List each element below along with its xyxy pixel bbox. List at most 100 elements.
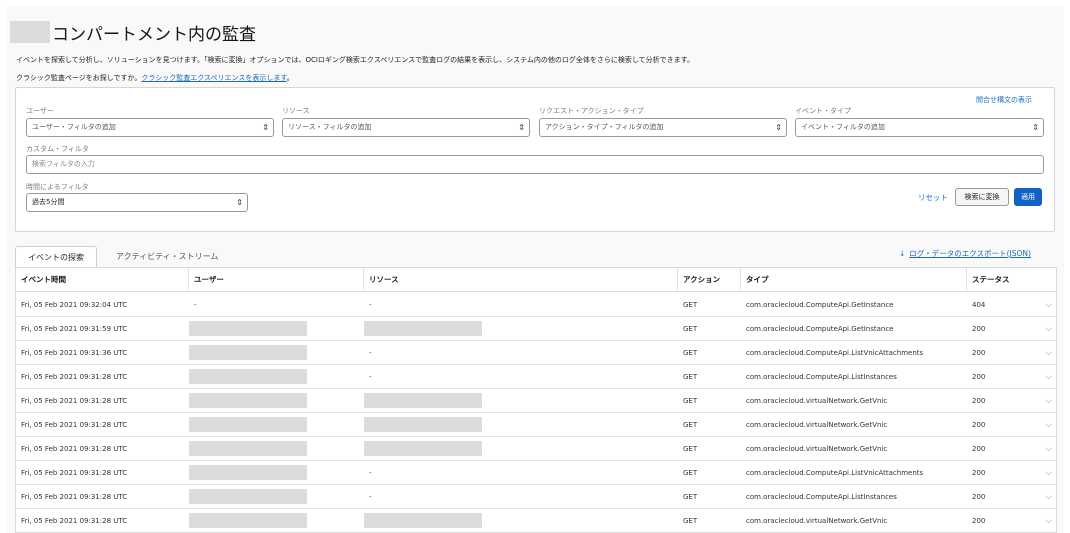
chevron-down-icon[interactable]: ⌵ xyxy=(1046,341,1052,365)
updown-chevron-icon: ⇕ xyxy=(518,123,525,132)
custom-filter-placeholder: 検索フィルタの入力 xyxy=(32,160,95,168)
cell-type: com.oraclecloud.ComputeApi.ListInstances xyxy=(746,373,897,381)
tab-activity-stream[interactable]: アクティビティ・ストリーム xyxy=(104,246,230,268)
classic-prefix: クラシック監査ページをお探しですか。 xyxy=(16,74,142,82)
cell-status: 200 xyxy=(972,397,986,405)
column-header-resource[interactable]: リソース xyxy=(364,268,678,292)
cell-event-time: Fri, 05 Feb 2021 09:31:59 UTC xyxy=(21,325,128,333)
reset-link[interactable]: リセット xyxy=(918,192,948,203)
event-type-filter-select[interactable]: イベント・フィルタの追加 ⇕ xyxy=(795,118,1044,137)
chevron-down-icon[interactable]: ⌵ xyxy=(1046,293,1052,317)
column-header-type[interactable]: タイプ xyxy=(741,268,967,292)
cell-event-time: Fri, 05 Feb 2021 09:31:28 UTC xyxy=(21,373,128,381)
cell-event-time: Fri, 05 Feb 2021 09:32:04 UTC xyxy=(21,301,128,309)
chevron-down-icon[interactable]: ⌵ xyxy=(1046,365,1052,389)
redacted-cell-user xyxy=(189,393,307,408)
cell-status: 404 xyxy=(972,301,986,309)
chevron-down-icon[interactable]: ⌵ xyxy=(1046,485,1052,509)
resource-filter-label: リソース xyxy=(282,107,310,115)
time-filter-label: 時間によるフィルタ xyxy=(26,183,89,191)
tab-explore-events[interactable]: イベントの探索 xyxy=(15,246,97,268)
redacted-cell-resource xyxy=(364,321,482,336)
download-arrow-icon: ↓ xyxy=(899,249,906,258)
cell-event-time: Fri, 05 Feb 2021 09:31:28 UTC xyxy=(21,421,128,429)
chevron-down-icon[interactable]: ⌵ xyxy=(1046,389,1052,413)
table-row[interactable]: Fri, 05 Feb 2021 09:31:28 UTC - GET com.ora… xyxy=(16,485,1056,509)
table-header: イベント時間 ユーザー リソース アクション タイプ ステータス xyxy=(16,268,1056,292)
time-filter-value: 過去5分間 xyxy=(32,198,65,206)
user-filter-select[interactable]: ユーザー・フィルタの追加 ⇕ xyxy=(26,118,274,137)
page-title-row: コンパートメント内の監査 xyxy=(10,20,256,45)
table-row[interactable]: Fri, 05 Feb 2021 09:31:59 UTC GET com.orac… xyxy=(16,317,1056,341)
cell-type: com.oraclecloud.virtualNetwork.GetVnic xyxy=(746,517,888,525)
event-type-filter-label: イベント・タイプ xyxy=(795,107,851,115)
chevron-down-icon[interactable]: ⌵ xyxy=(1046,413,1052,437)
query-syntax-link[interactable]: 問合せ構文の表示 xyxy=(976,95,1032,105)
redacted-compartment-name xyxy=(10,21,50,43)
apply-button[interactable]: 適用 xyxy=(1014,188,1042,206)
cell-event-time: Fri, 05 Feb 2021 09:31:36 UTC xyxy=(21,349,128,357)
request-action-filter-select[interactable]: アクション・タイプ・フィルタの追加 ⇕ xyxy=(539,118,787,137)
table-row[interactable]: Fri, 05 Feb 2021 09:31:28 UTC GET com.orac… xyxy=(16,509,1056,532)
request-action-filter-label: リクエスト・アクション・タイプ xyxy=(539,107,644,115)
request-action-filter-placeholder: アクション・タイプ・フィルタの追加 xyxy=(545,123,664,131)
cell-action: GET xyxy=(683,517,698,525)
cell-type: com.oraclecloud.ComputeApi.ListVnicAttac… xyxy=(746,469,924,477)
convert-to-search-button[interactable]: 検索に変換 xyxy=(955,188,1009,206)
table-row[interactable]: Fri, 05 Feb 2021 09:32:04 UTC - - GET com.or… xyxy=(16,293,1056,317)
cell-type: com.oraclecloud.virtualNetwork.GetVnic xyxy=(746,421,888,429)
cell-action: GET xyxy=(683,493,698,501)
chevron-down-icon[interactable]: ⌵ xyxy=(1046,437,1052,461)
table-row[interactable]: Fri, 05 Feb 2021 09:31:36 UTC - GET com.ora… xyxy=(16,341,1056,365)
page-description: イベントを探索して分析し、ソリューションを見つけます。「検索に変換」オプションで… xyxy=(16,56,694,64)
column-header-action[interactable]: アクション xyxy=(678,268,741,292)
custom-filter-input[interactable]: 検索フィルタの入力 xyxy=(26,155,1044,174)
redacted-cell-user xyxy=(189,489,307,504)
cell-status: 200 xyxy=(972,493,986,501)
redacted-cell-resource xyxy=(364,513,482,528)
chevron-down-icon[interactable]: ⌵ xyxy=(1046,461,1052,485)
classic-audit-link[interactable]: クラシック監査エクスペリエンスを表示します xyxy=(141,74,286,82)
updown-chevron-icon: ⇕ xyxy=(262,123,269,132)
cell-event-time: Fri, 05 Feb 2021 09:31:28 UTC xyxy=(21,493,128,501)
cell-event-time: Fri, 05 Feb 2021 09:31:28 UTC xyxy=(21,517,128,525)
table-row[interactable]: Fri, 05 Feb 2021 09:31:28 UTC GET com.orac… xyxy=(16,437,1056,461)
events-table: イベント時間 ユーザー リソース アクション タイプ ステータス Fri, 05… xyxy=(15,267,1057,533)
cell-resource: - xyxy=(369,469,372,477)
resource-filter-select[interactable]: リソース・フィルタの追加 ⇕ xyxy=(282,118,530,137)
resource-filter-placeholder: リソース・フィルタの追加 xyxy=(288,123,372,131)
chevron-down-icon[interactable]: ⌵ xyxy=(1046,317,1052,341)
updown-chevron-icon: ⇕ xyxy=(1032,123,1039,132)
updown-chevron-icon: ⇕ xyxy=(236,198,243,207)
cell-status: 200 xyxy=(972,349,986,357)
redacted-cell-user xyxy=(189,417,307,432)
column-header-status[interactable]: ステータス xyxy=(967,268,1056,292)
time-filter-select[interactable]: 過去5分間 ⇕ xyxy=(26,193,248,212)
cell-resource: - xyxy=(369,301,372,309)
redacted-cell-user xyxy=(189,465,307,480)
column-header-user[interactable]: ユーザー xyxy=(189,268,364,292)
cell-status: 200 xyxy=(972,373,986,381)
cell-type: com.oraclecloud.ComputeApi.ListVnicAttac… xyxy=(746,349,924,357)
cell-status: 200 xyxy=(972,517,986,525)
user-filter-label: ユーザー xyxy=(26,107,54,115)
table-row[interactable]: Fri, 05 Feb 2021 09:31:28 UTC GET com.orac… xyxy=(16,389,1056,413)
event-type-filter-placeholder: イベント・フィルタの追加 xyxy=(801,123,885,131)
export-link-label: ログ・データのエクスポート(JSON) xyxy=(909,249,1031,258)
table-row[interactable]: Fri, 05 Feb 2021 09:31:28 UTC - GET com.ora… xyxy=(16,461,1056,485)
cell-resource: - xyxy=(369,373,372,381)
redacted-cell-user xyxy=(189,441,307,456)
chevron-down-icon[interactable]: ⌵ xyxy=(1046,509,1052,532)
table-row[interactable]: Fri, 05 Feb 2021 09:31:28 UTC - GET com.ora… xyxy=(16,365,1056,389)
redacted-cell-resource xyxy=(364,393,482,408)
table-row[interactable]: Fri, 05 Feb 2021 09:31:28 UTC GET com.orac… xyxy=(16,413,1056,437)
cell-status: 200 xyxy=(972,445,986,453)
cell-action: GET xyxy=(683,373,698,381)
export-log-data-link[interactable]: ↓ ログ・データのエクスポート(JSON) xyxy=(899,248,1031,259)
cell-action: GET xyxy=(683,397,698,405)
cell-event-time: Fri, 05 Feb 2021 09:31:28 UTC xyxy=(21,469,128,477)
redacted-cell-user xyxy=(189,321,307,336)
column-header-event-time[interactable]: イベント時間 xyxy=(16,268,189,292)
cell-status: 200 xyxy=(972,421,986,429)
cell-action: GET xyxy=(683,349,698,357)
